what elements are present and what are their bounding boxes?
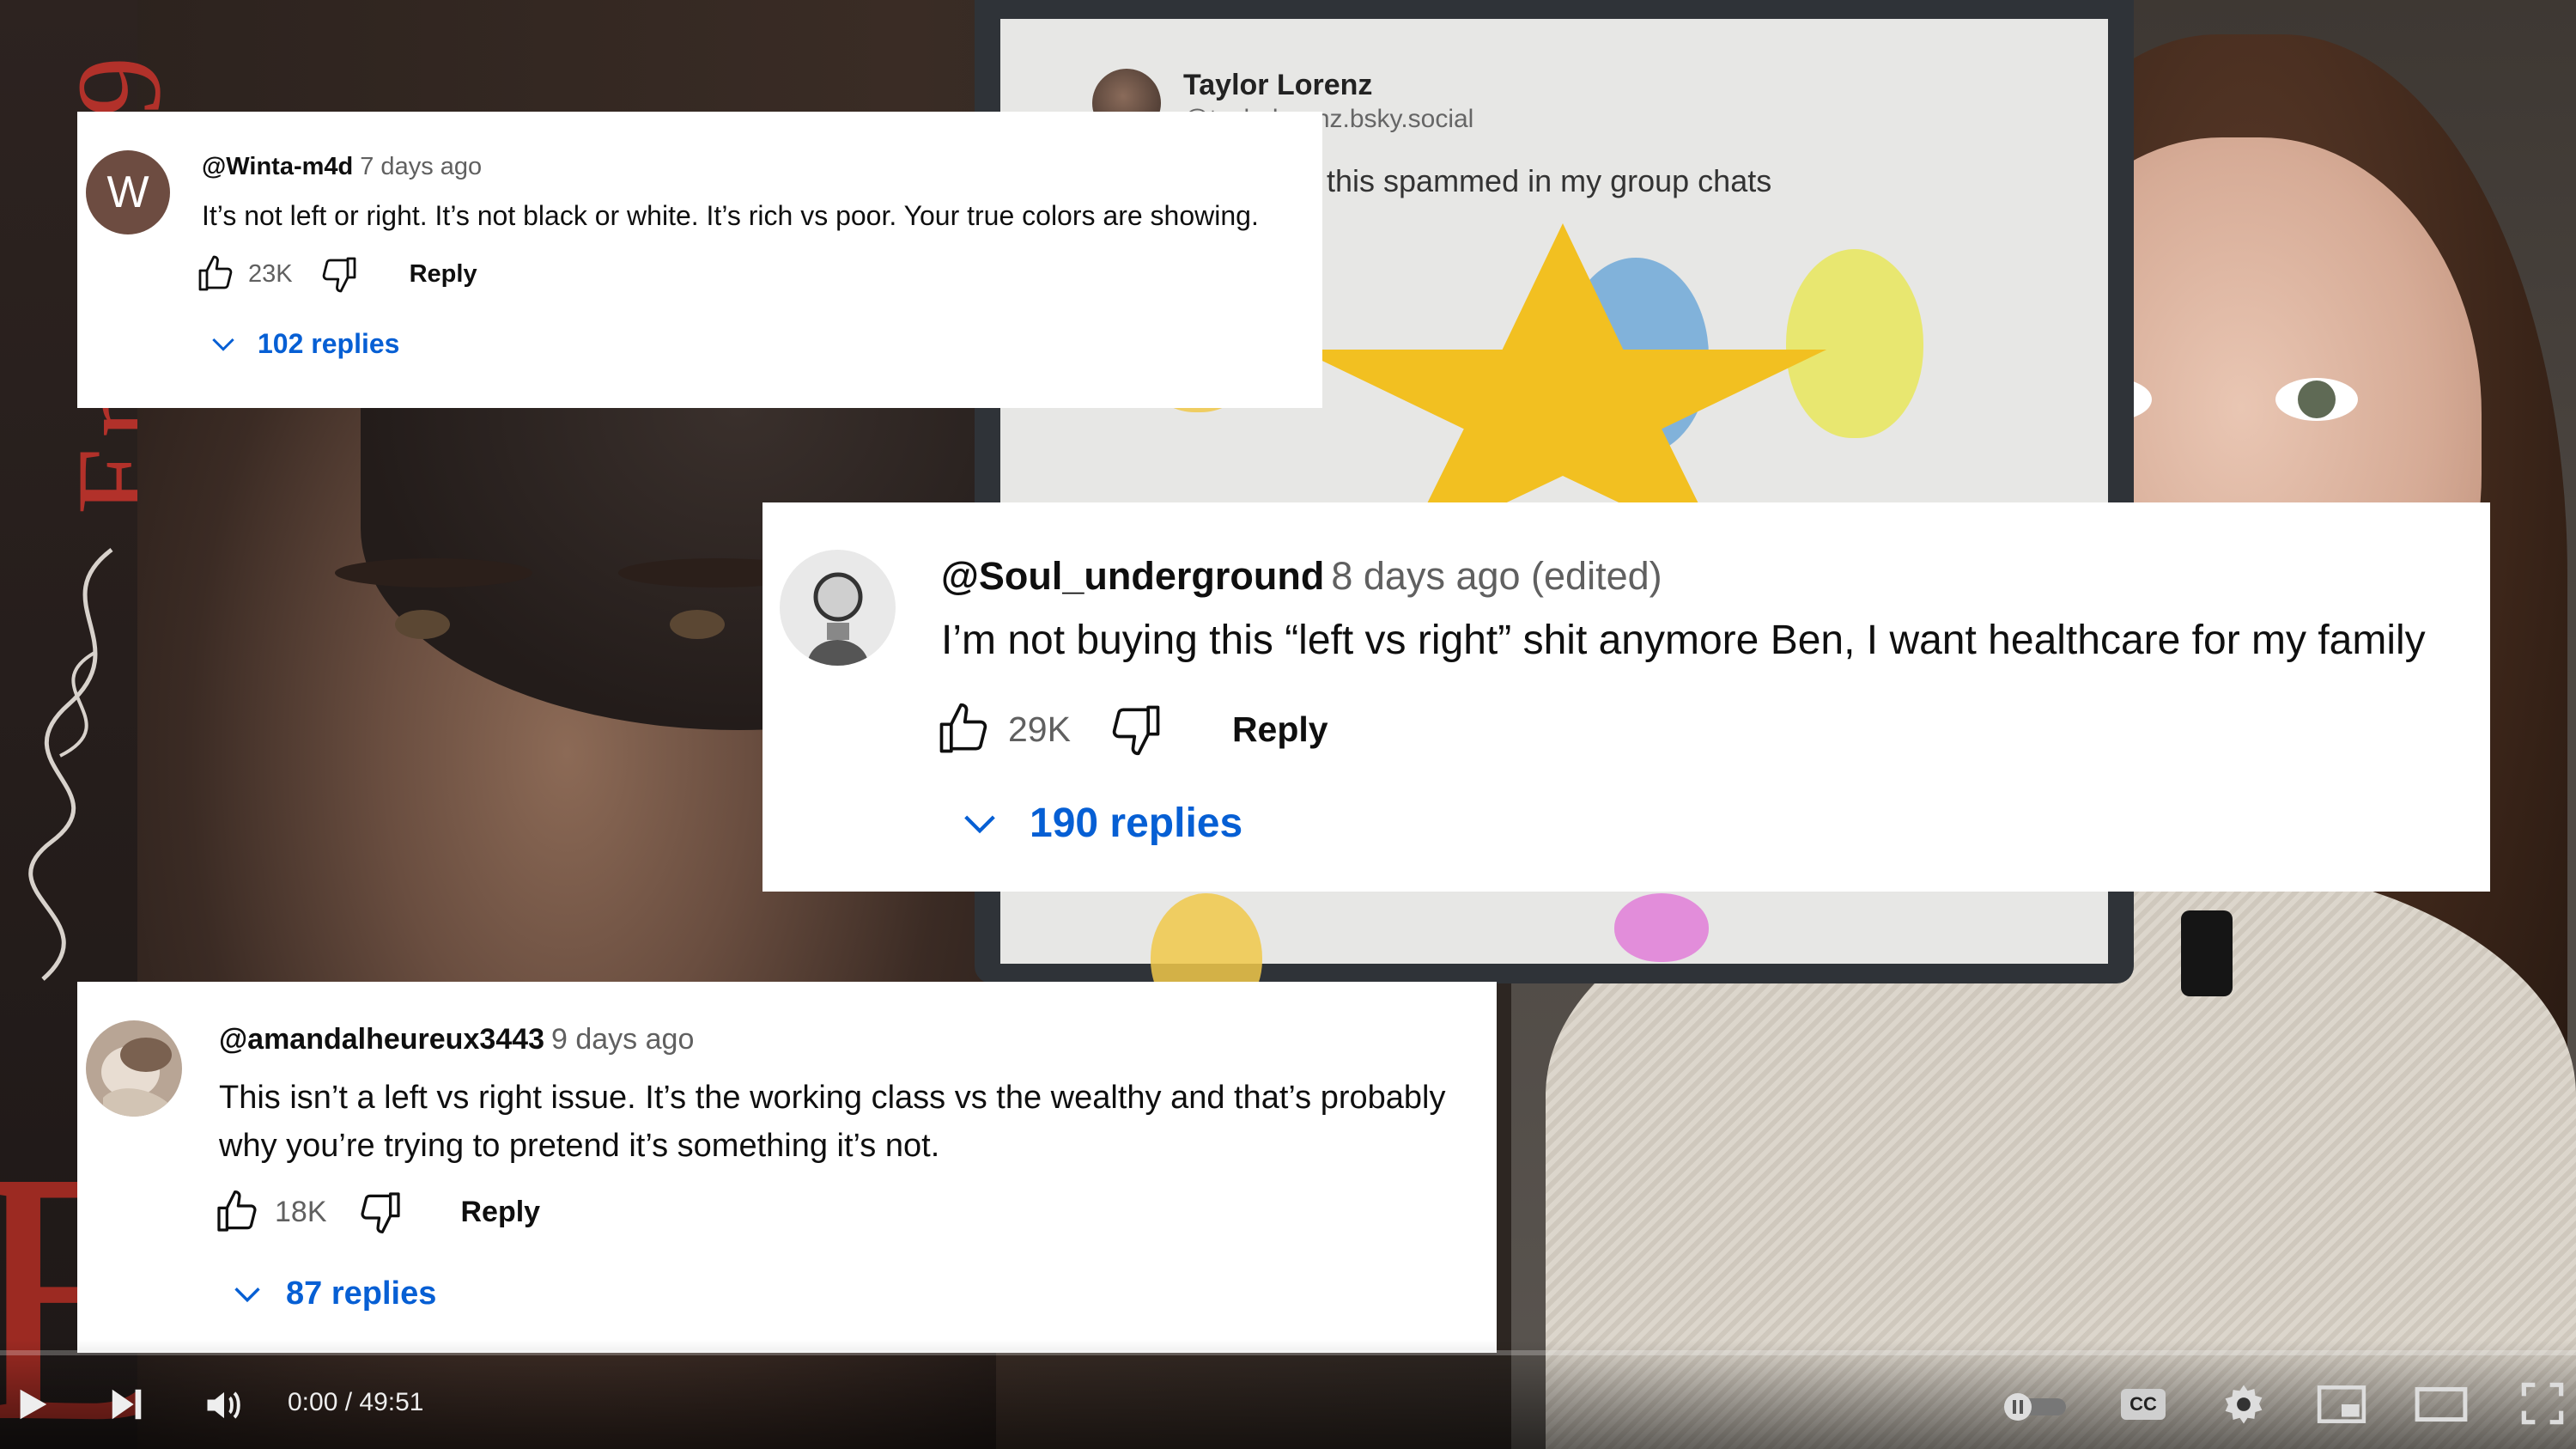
- progress-bar[interactable]: [0, 1350, 2576, 1355]
- thumbs-up-icon[interactable]: [195, 253, 236, 295]
- replies-count: 190 replies: [1030, 800, 1243, 846]
- balloon-graphic: [1786, 249, 1923, 438]
- comment-actions: 18K Reply: [213, 1188, 540, 1236]
- time-display: 0:00 / 49:51: [288, 1388, 424, 1416]
- comment-actions: 29K Reply: [934, 700, 1328, 758]
- thumbs-down-icon[interactable]: [356, 1188, 404, 1236]
- view-replies-button[interactable]: 102 replies: [206, 326, 399, 361]
- like-count: 18K: [275, 1195, 327, 1228]
- thumbs-down-icon[interactable]: [1107, 700, 1165, 758]
- reply-button[interactable]: Reply: [1232, 709, 1328, 750]
- settings-gear-icon[interactable]: [2221, 1381, 2267, 1428]
- comment-timestamp[interactable]: 8 days ago (edited): [1331, 554, 1662, 598]
- comment-author[interactable]: @Winta-m4d: [202, 153, 353, 180]
- tweet-text: this spammed in my group chats: [1327, 163, 1772, 198]
- comment-card: @Soul_underground 8 days ago (edited) I’m…: [762, 502, 2490, 892]
- replies-count: 87 replies: [286, 1275, 437, 1312]
- reply-button[interactable]: Reply: [410, 260, 477, 289]
- autoplay-toggle-icon[interactable]: [2001, 1390, 2069, 1424]
- play-icon[interactable]: [12, 1385, 52, 1424]
- thumbs-down-icon[interactable]: [319, 253, 360, 295]
- tweet-author: Taylor Lorenz: [1183, 69, 1373, 101]
- thumbs-up-icon[interactable]: [934, 700, 993, 758]
- thumbs-up-icon[interactable]: [213, 1188, 261, 1236]
- view-replies-button[interactable]: 190 replies: [956, 799, 1242, 847]
- comment-author[interactable]: @Soul_underground: [941, 554, 1324, 598]
- avatar[interactable]: [780, 550, 896, 666]
- avatar[interactable]: W: [86, 150, 170, 234]
- comment-author[interactable]: @amandalheureux3443: [219, 1023, 544, 1056]
- signature-graphic: [28, 548, 113, 981]
- avatar[interactable]: [86, 1020, 182, 1117]
- comment-text: This isn’t a left vs right issue. It’s t…: [219, 1080, 1446, 1164]
- balloon-graphic: [1614, 893, 1709, 962]
- like-count: 29K: [1008, 709, 1071, 749]
- comment-actions: 23K Reply: [195, 253, 477, 295]
- chevron-down-icon: [956, 799, 1004, 847]
- next-icon[interactable]: [107, 1385, 147, 1424]
- comment-timestamp[interactable]: 7 days ago: [360, 153, 482, 180]
- comment-card: W @Winta-m4d 7 days ago It’s not left or …: [77, 112, 1322, 408]
- comment-header: @Soul_underground 8 days ago (edited): [941, 554, 1662, 599]
- comment-text: It’s not left or right. It’s not black o…: [202, 200, 1259, 231]
- comment-header: @Winta-m4d 7 days ago: [202, 153, 482, 181]
- theater-mode-icon[interactable]: [2415, 1386, 2468, 1422]
- miniplayer-icon[interactable]: [2317, 1385, 2366, 1424]
- volume-icon[interactable]: [202, 1383, 246, 1428]
- view-replies-button[interactable]: 87 replies: [228, 1274, 436, 1313]
- chevron-down-icon: [228, 1274, 267, 1313]
- comment-header: @amandalheureux3443 9 days ago: [219, 1023, 694, 1056]
- comment-timestamp[interactable]: 9 days ago: [551, 1023, 694, 1056]
- lapel-mic: [2181, 910, 2233, 996]
- fullscreen-icon[interactable]: [2520, 1381, 2565, 1426]
- comment-text: I’m not buying this “left vs right” shit…: [941, 618, 2426, 663]
- captions-button[interactable]: CC: [2121, 1389, 2166, 1420]
- replies-count: 102 replies: [258, 327, 400, 359]
- reply-button[interactable]: Reply: [461, 1196, 541, 1229]
- comment-card: @amandalheureux3443 9 days ago This isn’t…: [77, 982, 1497, 1353]
- like-count: 23K: [248, 259, 293, 288]
- captions-label: CC: [2121, 1389, 2166, 1420]
- chevron-down-icon: [206, 326, 240, 361]
